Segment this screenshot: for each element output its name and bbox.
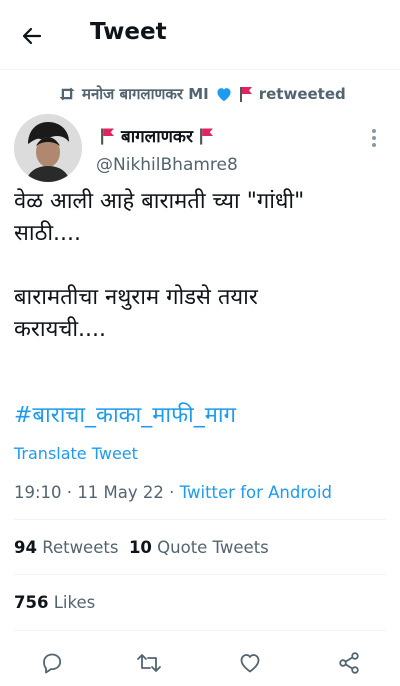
like-button[interactable] (233, 646, 267, 680)
hashtag-link[interactable]: #बाराचा_काका_माफी_माग (14, 400, 236, 432)
likes-label: Likes (53, 593, 96, 612)
tweet-meta: 19:10 · 11 May 22 · Twitter for Android (14, 483, 332, 502)
blue-heart-icon (217, 88, 231, 102)
more-vertical-icon (372, 129, 376, 147)
red-flag-icon (239, 87, 252, 102)
quote-tweets-stat[interactable]: 10 Quote Tweets (129, 538, 269, 557)
divider (14, 630, 386, 631)
retweeter-name: मनोज बागलाणकर MI (82, 85, 209, 103)
retweet-button[interactable] (132, 646, 166, 680)
retweet-icon (59, 87, 75, 101)
divider (14, 519, 386, 520)
likes-stat[interactable]: 756 Likes (14, 593, 95, 612)
profile-photo-icon (14, 114, 82, 182)
red-flag-icon (199, 128, 213, 145)
more-options-button[interactable] (360, 126, 388, 150)
author-handle[interactable]: @NikhilBhamre8 (96, 155, 238, 175)
likes-count: 756 (14, 593, 49, 612)
reply-icon (43, 653, 62, 674)
top-bar: Tweet (0, 0, 400, 70)
quotes-label: Quote Tweets (157, 538, 269, 557)
tweet-actions (0, 646, 400, 680)
retweets-stat[interactable]: 94 Retweets (14, 538, 118, 557)
back-button[interactable] (14, 18, 50, 54)
avatar[interactable] (14, 114, 82, 182)
translate-tweet-link[interactable]: Translate Tweet (14, 444, 138, 463)
author-name: बागलाणकर (121, 127, 193, 147)
retweet-stats: 94 Retweets 10 Quote Tweets (14, 538, 269, 557)
author-name-row[interactable]: बागलाणकर (100, 124, 214, 147)
reply-button[interactable] (35, 646, 69, 680)
retweets-count: 94 (14, 538, 37, 557)
tweet-time: 19:10 (14, 483, 62, 502)
arrow-left-icon (22, 27, 42, 45)
tweet-text: वेळ आली आहे बारामती च्या "गांधी" साठी...… (14, 189, 305, 342)
heart-icon (240, 654, 260, 673)
share-button[interactable] (332, 646, 366, 680)
tweet-source[interactable]: Twitter for Android (180, 483, 332, 502)
red-flag-icon (101, 128, 114, 145)
divider (14, 574, 386, 575)
retweets-label: Retweets (42, 538, 119, 557)
tweet-date: 11 May 22 (77, 483, 164, 502)
retweeted-label: retweeted (258, 85, 346, 103)
retweet-icon (137, 654, 161, 672)
quotes-count: 10 (128, 538, 152, 557)
page-title: Tweet (90, 19, 167, 45)
retweet-context[interactable]: मनोज बागलाणकर MI retweeted (58, 84, 346, 104)
share-icon (339, 652, 359, 674)
